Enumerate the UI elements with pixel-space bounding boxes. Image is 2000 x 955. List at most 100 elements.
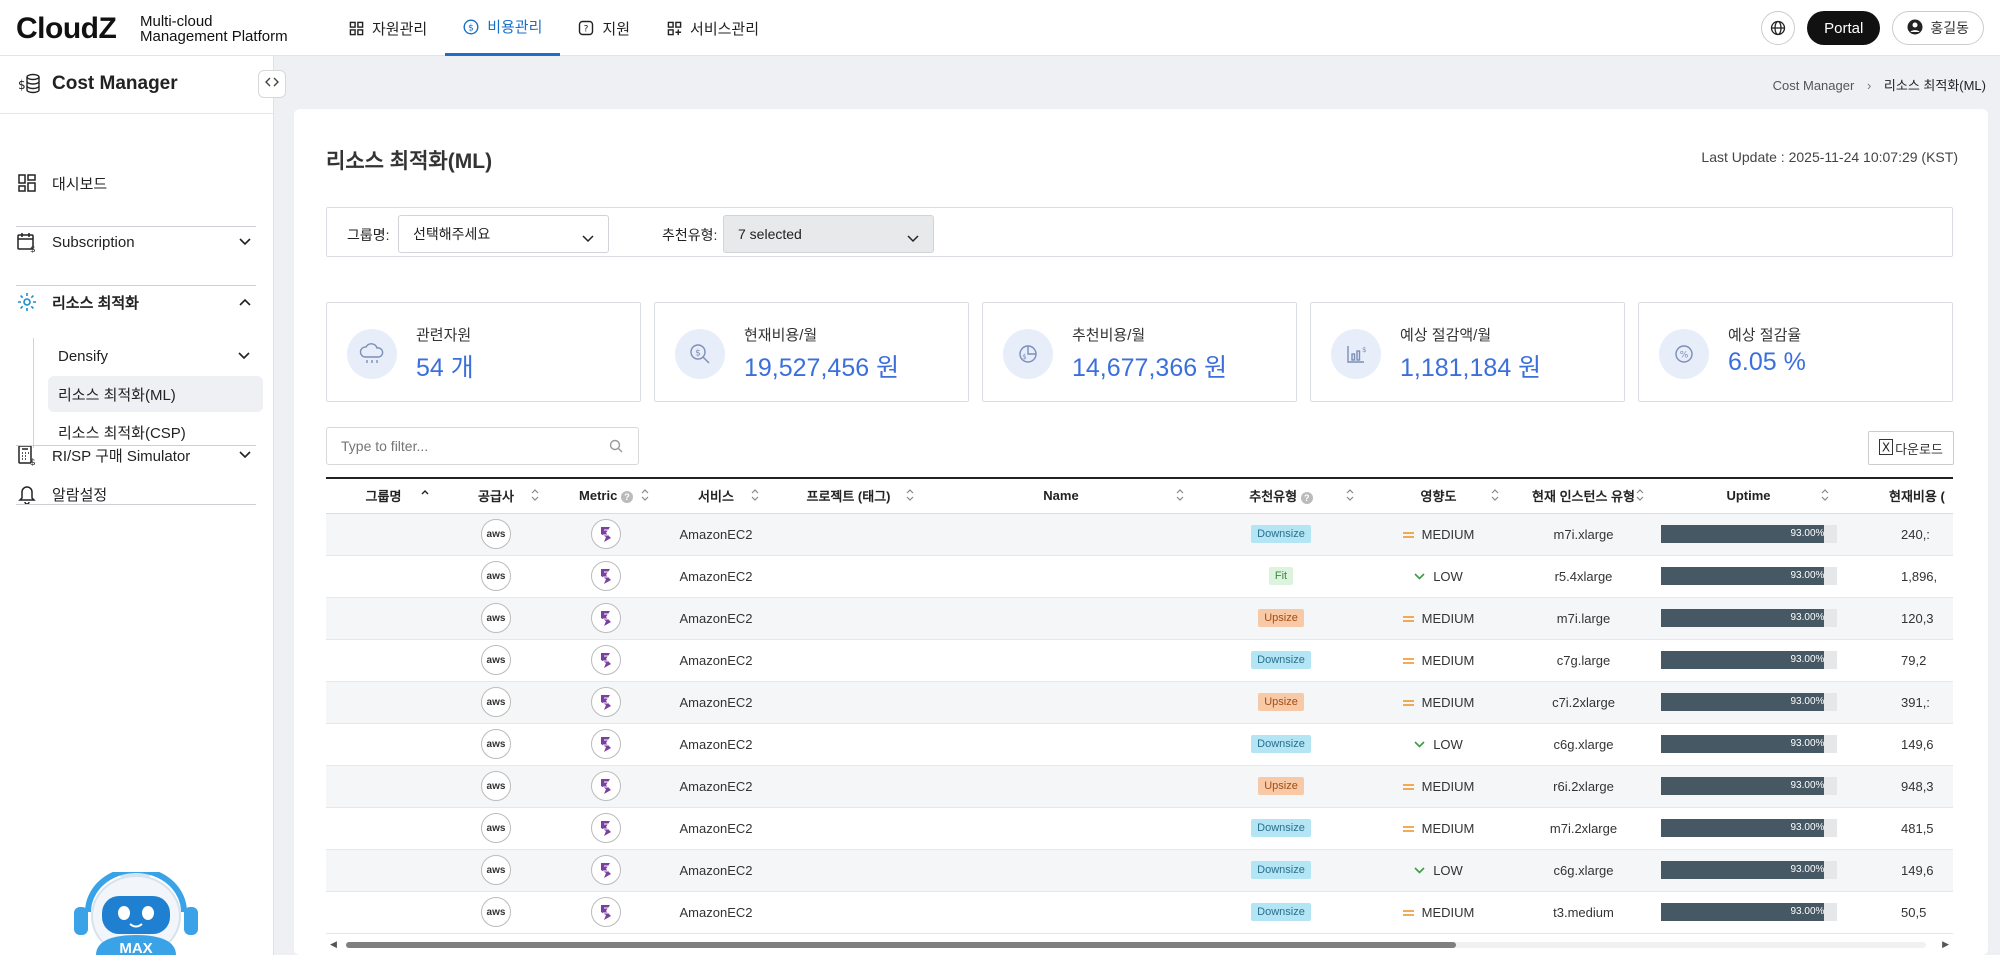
col-type-header[interactable]: 추천유형 ? bbox=[1196, 477, 1366, 514]
recommendation-table: 그룹명 공급사 Metric ? 서비스 프로젝트 (태그) Name 추천유형… bbox=[326, 477, 1953, 944]
sidebar-item-subscription[interactable]: $ Subscription bbox=[16, 222, 256, 262]
scroll-thumb[interactable] bbox=[346, 942, 1456, 948]
metric-chart-icon[interactable] bbox=[591, 771, 621, 801]
scroll-right-icon[interactable]: ▶ bbox=[1942, 939, 1949, 950]
bell-icon bbox=[16, 483, 38, 505]
sidebar-item-dashboard[interactable]: 대시보드 bbox=[16, 163, 256, 203]
table-row[interactable]: aws AmazonEC2 Upsize MEDIUM m7i.large 93.00% 1… bbox=[326, 597, 1953, 640]
stat-label: 현재비용/월 bbox=[744, 327, 818, 344]
service-cell: AmazonEC2 bbox=[661, 555, 771, 598]
info-icon: ? bbox=[620, 490, 633, 503]
scroll-left-icon[interactable]: ◀ bbox=[330, 939, 337, 950]
col-current-cost-header[interactable]: 현재비용 ( bbox=[1841, 477, 1953, 514]
metric-chart-icon[interactable] bbox=[591, 897, 621, 927]
stat-label: 예상 절감액/월 bbox=[1400, 327, 1492, 344]
metric-chart-icon[interactable] bbox=[591, 603, 621, 633]
service-cell: AmazonEC2 bbox=[661, 513, 771, 556]
download-button[interactable]: X 다운로드 bbox=[1868, 431, 1954, 465]
main-card: 리소스 최적화(ML) Last Update : 2025-11-24 10:… bbox=[294, 109, 1988, 955]
horizontal-scrollbar[interactable]: ◀ ▶ bbox=[326, 937, 1953, 951]
service-cell: AmazonEC2 bbox=[661, 807, 771, 850]
col-group-header[interactable]: 그룹명 bbox=[326, 477, 441, 514]
col-header-label: Uptime bbox=[1726, 488, 1771, 504]
col-vendor-header[interactable]: 공급사 bbox=[441, 477, 551, 514]
globe-icon[interactable] bbox=[1761, 11, 1796, 45]
col-metric-header[interactable]: Metric ? bbox=[551, 477, 661, 514]
table-row[interactable]: aws AmazonEC2 Downsize MEDIUM m7i.2xlarge 93.… bbox=[326, 807, 1953, 850]
table-header-row: 그룹명 공급사 Metric ? 서비스 프로젝트 (태그) Name 추천유형… bbox=[326, 477, 1953, 514]
main-nav: 자원관리 $ 비용관리 ? 지원 서비스관리 bbox=[330, 0, 777, 56]
metric-chart-icon[interactable] bbox=[591, 813, 621, 843]
table-row[interactable]: aws AmazonEC2 Downsize LOW c6g.xlarge 93.00% 1… bbox=[326, 723, 1953, 766]
uptime-value: 93.00% bbox=[1790, 822, 1825, 833]
metric-chart-icon[interactable] bbox=[591, 855, 621, 885]
col-impact-header[interactable]: 영향도 bbox=[1366, 477, 1511, 514]
group-cell bbox=[326, 849, 441, 892]
col-instance-header[interactable]: 현재 인스턴스 유형 bbox=[1511, 477, 1656, 514]
service-cell: AmazonEC2 bbox=[661, 681, 771, 724]
table-row[interactable]: aws AmazonEC2 Upsize MEDIUM c7i.2xlarge 93.00… bbox=[326, 681, 1953, 724]
recommendation-type-select[interactable]: 7 selected bbox=[723, 215, 934, 253]
search-input[interactable] bbox=[326, 427, 639, 465]
cost-coin-icon: $ bbox=[18, 73, 42, 100]
metric-chart-icon[interactable] bbox=[591, 687, 621, 717]
metric-chart-icon[interactable] bbox=[591, 519, 621, 549]
metric-chart-icon[interactable] bbox=[591, 729, 621, 759]
breadcrumb-root[interactable]: Cost Manager bbox=[1773, 78, 1855, 93]
sidebar-item-resource-optimization[interactable]: 리소스 최적화 bbox=[16, 282, 256, 322]
group-select-value: 선택해주세요 bbox=[413, 226, 491, 242]
recommendation-badge: Fit bbox=[1268, 567, 1294, 585]
chevron-up-icon bbox=[238, 294, 252, 311]
impact-cell: MEDIUM bbox=[1366, 597, 1511, 640]
table-row[interactable]: aws AmazonEC2 Downsize MEDIUM t3.medium 93.00… bbox=[326, 891, 1953, 934]
impact-label: LOW bbox=[1433, 736, 1463, 752]
uptime-cell: 93.00% bbox=[1656, 849, 1841, 892]
sidebar-toggle-button[interactable] bbox=[258, 70, 286, 98]
col-name-header[interactable]: Name bbox=[926, 477, 1196, 514]
cloudz-logo[interactable]: CloudZ bbox=[16, 12, 117, 46]
nav-resource-management[interactable]: 자원관리 bbox=[330, 0, 445, 56]
aws-logo: aws bbox=[481, 771, 511, 801]
sidebar-item-alarm-settings[interactable]: 알람설정 bbox=[16, 474, 256, 514]
impact-label: MEDIUM bbox=[1421, 778, 1475, 794]
stat-value: 6.05 % bbox=[1728, 348, 1806, 376]
metric-chart-icon[interactable] bbox=[591, 645, 621, 675]
sidebar-item-risp-simulator[interactable]: $ RI/SP 구매 Simulator bbox=[16, 435, 256, 475]
group-cell bbox=[326, 513, 441, 556]
table-row[interactable]: aws AmazonEC2 Downsize MEDIUM c7g.large 93.00… bbox=[326, 639, 1953, 682]
scroll-track[interactable] bbox=[346, 942, 1926, 948]
group-select[interactable]: 선택해주세요 bbox=[398, 215, 609, 253]
metric-chart-icon[interactable] bbox=[591, 561, 621, 591]
sidebar-item-resource-optimization-ml[interactable]: 리소스 최적화(ML) bbox=[48, 376, 263, 412]
apps-plus-icon bbox=[666, 20, 682, 36]
table-row[interactable]: aws AmazonEC2 Downsize LOW c6g.xlarge 93.00% 1… bbox=[326, 849, 1953, 892]
sort-icon bbox=[906, 489, 914, 504]
uptime-value: 93.00% bbox=[1790, 696, 1825, 707]
header-actions: Portal 홍길동 bbox=[1761, 11, 1984, 45]
sidebar-item-label: RI/SP 구매 Simulator bbox=[52, 447, 191, 465]
stat-value: 14,677,366 원 bbox=[1072, 354, 1228, 382]
sidebar-item-densify[interactable]: Densify bbox=[48, 338, 263, 374]
max-robot-mascot[interactable]: MAX bbox=[66, 867, 206, 955]
nav-cost-management[interactable]: $ 비용관리 bbox=[445, 0, 561, 56]
help-icon: ? bbox=[578, 20, 594, 36]
user-menu[interactable]: 홍길동 bbox=[1892, 11, 1984, 45]
metric-cell bbox=[551, 681, 661, 724]
code-arrows-icon bbox=[265, 75, 279, 93]
stat-current-cost: $ 현재비용/월 19,527,456 원 bbox=[654, 302, 969, 402]
col-service-header[interactable]: 서비스 bbox=[661, 477, 771, 514]
impact-label: MEDIUM bbox=[1421, 694, 1475, 710]
current-cost-cell: 391,: bbox=[1841, 681, 1953, 724]
col-project-header[interactable]: 프로젝트 (태그) bbox=[771, 477, 926, 514]
nav-service-management[interactable]: 서비스관리 bbox=[648, 0, 777, 56]
table-row[interactable]: aws AmazonEC2 Fit LOW r5.4xlarge 93.00% 1,896, bbox=[326, 555, 1953, 598]
aws-logo: aws bbox=[481, 855, 511, 885]
table-row[interactable]: aws AmazonEC2 Downsize MEDIUM m7i.xlarge 93.0… bbox=[326, 513, 1953, 556]
info-icon: ? bbox=[1300, 491, 1313, 504]
col-uptime-header[interactable]: Uptime bbox=[1656, 477, 1841, 514]
portal-button[interactable]: Portal bbox=[1807, 11, 1881, 45]
table-row[interactable]: aws AmazonEC2 Upsize MEDIUM r6i.2xlarge 93.00… bbox=[326, 765, 1953, 808]
user-icon bbox=[1907, 19, 1923, 38]
nav-support[interactable]: ? 지원 bbox=[560, 0, 648, 56]
chevron-down-icon bbox=[237, 348, 251, 365]
